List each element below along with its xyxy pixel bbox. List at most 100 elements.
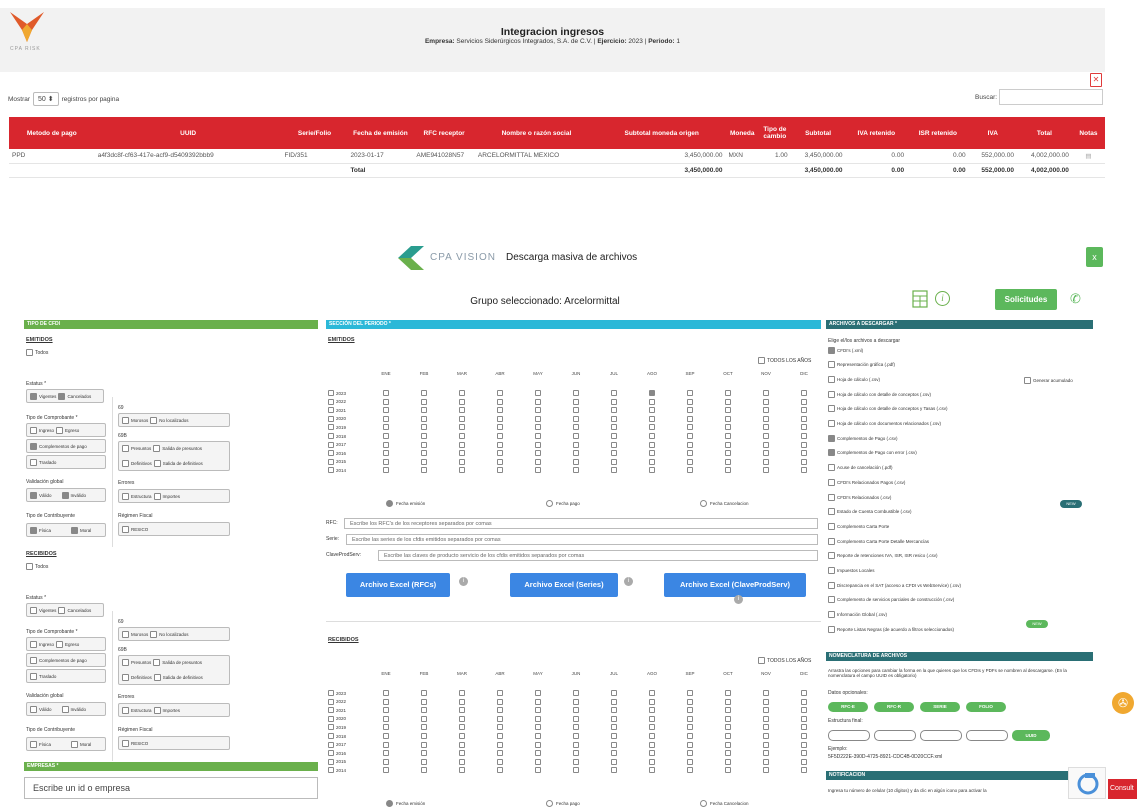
checkbox-option[interactable]: Definitivos <box>122 460 152 467</box>
month-checkbox[interactable] <box>573 424 579 431</box>
checkbox-option[interactable]: Presuntos <box>122 659 151 666</box>
month-checkbox[interactable] <box>649 741 655 748</box>
month-checkbox[interactable] <box>535 758 541 765</box>
checkbox[interactable] <box>828 464 835 472</box>
checkbox-option[interactable]: Egreso <box>56 426 79 434</box>
month-checkbox[interactable] <box>687 433 693 439</box>
month-checkbox[interactable] <box>725 390 731 396</box>
info-icon[interactable]: i <box>935 291 950 306</box>
month-checkbox[interactable] <box>573 758 579 765</box>
fecha-radio-option[interactable]: Fecha Cancelacion <box>700 800 749 807</box>
clave-input[interactable]: Escribe las claves de producto servicio … <box>378 550 818 561</box>
checkbox[interactable] <box>122 525 129 533</box>
search-input[interactable] <box>999 89 1103 105</box>
checkbox[interactable] <box>71 740 79 748</box>
month-checkbox[interactable] <box>421 415 427 422</box>
checkbox[interactable] <box>30 442 37 450</box>
fecha-radio-option[interactable]: Fecha emisión <box>386 800 425 807</box>
month-checkbox[interactable] <box>763 750 769 757</box>
year-checkbox[interactable] <box>328 467 334 474</box>
month-checkbox[interactable] <box>459 415 465 422</box>
checkbox-option[interactable]: Inválido <box>61 705 86 713</box>
month-checkbox[interactable] <box>535 741 541 748</box>
month-checkbox[interactable] <box>649 690 655 696</box>
month-checkbox[interactable] <box>459 407 465 414</box>
checkbox[interactable] <box>30 606 37 614</box>
month-checkbox[interactable] <box>497 741 503 748</box>
month-checkbox[interactable] <box>763 698 769 705</box>
month-checkbox[interactable] <box>421 724 427 731</box>
year-checkbox[interactable] <box>328 698 334 705</box>
radio[interactable] <box>386 500 393 507</box>
radio[interactable] <box>386 800 393 807</box>
month-checkbox[interactable] <box>497 715 503 722</box>
archivo-option[interactable]: Reporte Listas Negras (de acuerdo a filt… <box>828 623 954 635</box>
column-header[interactable]: Total <box>1016 117 1072 149</box>
info-icon[interactable]: i <box>734 595 743 604</box>
month-checkbox[interactable] <box>725 733 731 739</box>
month-checkbox[interactable] <box>497 424 503 431</box>
checkbox[interactable] <box>122 445 129 452</box>
month-checkbox[interactable] <box>459 467 465 474</box>
month-checkbox[interactable] <box>497 690 503 696</box>
checkbox-option[interactable]: Importes <box>153 492 180 500</box>
month-checkbox[interactable] <box>421 715 427 722</box>
column-header[interactable]: Tipo de cambio <box>759 117 791 149</box>
month-checkbox[interactable] <box>383 698 389 705</box>
checkbox-option[interactable]: Egreso <box>56 640 79 648</box>
month-checkbox[interactable] <box>535 424 541 431</box>
checkbox[interactable] <box>122 416 129 424</box>
year-checkbox[interactable] <box>328 724 334 731</box>
checkbox-option[interactable]: Traslado <box>30 672 56 680</box>
month-checkbox[interactable] <box>535 433 541 439</box>
month-checkbox[interactable] <box>383 390 389 396</box>
month-checkbox[interactable] <box>611 398 617 405</box>
month-checkbox[interactable] <box>725 458 731 465</box>
month-checkbox[interactable] <box>649 724 655 731</box>
month-checkbox[interactable] <box>611 441 617 448</box>
month-checkbox[interactable] <box>801 724 807 731</box>
checkbox-option[interactable]: Salida de definitivos <box>153 460 203 467</box>
archivo-option[interactable]: Hoja de cálculo con detalle de conceptos… <box>828 403 947 415</box>
month-checkbox[interactable] <box>573 390 579 396</box>
month-checkbox[interactable] <box>649 715 655 722</box>
fecha-radio-option[interactable]: Fecha pago <box>546 800 580 807</box>
checkbox[interactable] <box>61 705 69 713</box>
nomen-slot[interactable] <box>920 730 962 741</box>
radio[interactable] <box>546 500 553 507</box>
archivo-option[interactable]: CFDI's Relacionados (.csv) <box>828 491 891 503</box>
checkbox[interactable] <box>828 567 835 574</box>
archivo-option[interactable]: Hoja de cálculo con detalle de conceptos… <box>828 388 931 400</box>
checkbox-option[interactable]: Definitivos <box>122 674 152 681</box>
fecha-radio-option[interactable]: Fecha pago <box>546 500 580 507</box>
month-checkbox[interactable] <box>497 758 503 765</box>
checkbox[interactable] <box>150 416 158 424</box>
month-checkbox[interactable] <box>763 390 769 396</box>
archivo-option[interactable]: Complementos de Pago con error (.csv) <box>828 447 917 459</box>
checkbox[interactable] <box>58 392 66 400</box>
month-checkbox[interactable] <box>421 433 427 439</box>
month-checkbox[interactable] <box>687 690 693 696</box>
checkbox-option[interactable]: Moral <box>71 740 91 748</box>
month-checkbox[interactable] <box>573 467 579 474</box>
month-checkbox[interactable] <box>687 767 693 774</box>
month-checkbox[interactable] <box>611 415 617 422</box>
month-checkbox[interactable] <box>535 698 541 705</box>
checkbox-option[interactable]: Estructura <box>122 492 152 500</box>
month-checkbox[interactable] <box>687 733 693 739</box>
checkbox[interactable] <box>153 674 161 681</box>
checkbox[interactable] <box>30 672 37 680</box>
column-header[interactable]: Metodo de pago <box>9 117 95 149</box>
month-checkbox[interactable] <box>421 390 427 396</box>
month-checkbox[interactable] <box>725 758 731 765</box>
month-checkbox[interactable] <box>649 450 655 457</box>
month-checkbox[interactable] <box>497 433 503 439</box>
checkbox[interactable] <box>758 357 765 364</box>
spreadsheet-icon[interactable] <box>912 290 928 308</box>
month-checkbox[interactable] <box>725 433 731 439</box>
radio[interactable] <box>546 800 553 807</box>
month-checkbox[interactable] <box>383 758 389 765</box>
month-checkbox[interactable] <box>573 707 579 714</box>
month-checkbox[interactable] <box>725 407 731 414</box>
month-checkbox[interactable] <box>459 707 465 714</box>
